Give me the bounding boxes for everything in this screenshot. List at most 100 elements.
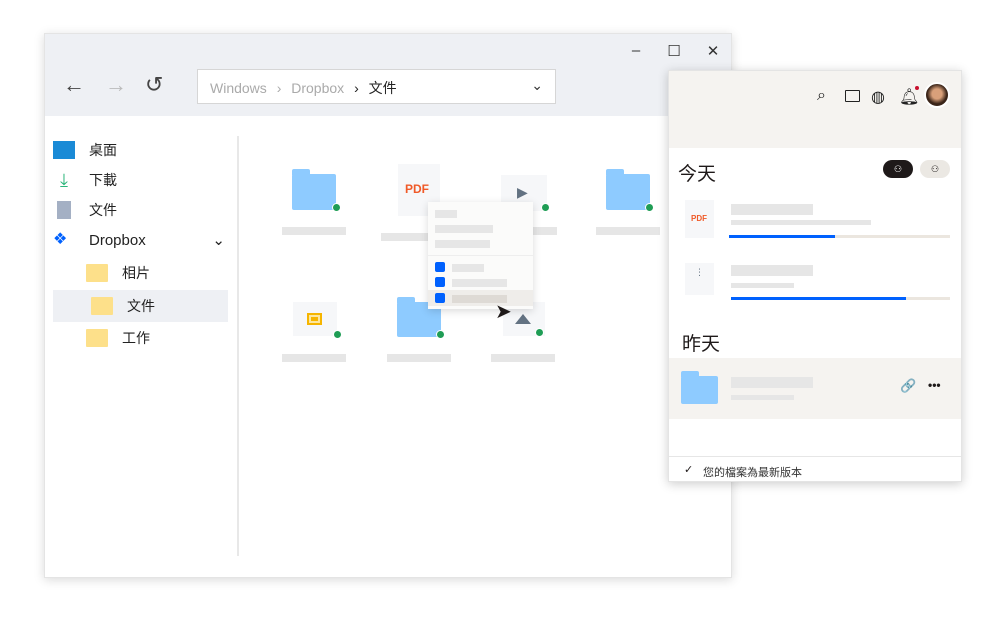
document-icon [57,201,71,219]
dropbox-panel: ⌕ ◍ 🔔︎ 今天 ⚇ ⚇ PDF ⋮ 昨天 🔗 ••• ✓ 您的檔案為最新版本 [668,70,962,482]
sidebar-item-label: 桌面 [89,142,117,158]
file-explorer-window: – ☐ ✕ ← → ↺ Windows › Dropbox › 文件 ⌄ 桌面 … [44,33,732,578]
file-info-placeholder [731,395,794,400]
file-name-placeholder [282,354,346,362]
maximize-button[interactable]: ☐ [659,42,689,62]
file-name-placeholder [491,354,555,362]
chevron-down-icon[interactable]: ⌄ [531,77,543,94]
search-icon[interactable]: ⌕ [817,87,826,105]
more-options-button[interactable]: ••• [928,378,941,392]
recent-folder-row[interactable]: 🔗 ••• [669,358,961,419]
sidebar-item-documents[interactable]: 文件 [53,195,229,225]
sidebar-divider [237,136,239,556]
slides-icon [307,313,322,325]
pdf-label: PDF [691,214,707,223]
upload-progress-bar [731,297,950,300]
breadcrumb-current: 文件 [368,80,397,96]
back-arrow-icon[interactable]: ← [63,72,85,98]
avatar[interactable] [924,82,950,108]
today-heading: 今天 [678,164,717,185]
pdf-label: PDF [405,182,429,196]
synced-check-icon [436,330,445,339]
desktop-icon [53,141,75,159]
panel-header: ⌕ ◍ 🔔︎ [669,71,961,148]
link-icon[interactable]: 🔗 [900,378,916,394]
sync-status-text: 您的檔案為最新版本 [703,467,802,479]
dropbox-icon [435,262,445,272]
file-name-placeholder [731,204,813,215]
file-name-placeholder [596,227,660,235]
bell-icon[interactable]: 🔔︎ [899,87,919,107]
sidebar-item-downloads[interactable]: ⤓ 下載 [53,165,229,195]
sidebar-item-label: 文件 [89,202,117,218]
file-name-placeholder [387,354,451,362]
explorer-toolbar: – ☐ ✕ ← → ↺ Windows › Dropbox › 文件 ⌄ [45,34,731,116]
file-name-placeholder [731,377,813,388]
menu-item[interactable] [452,279,507,287]
menu-item[interactable] [435,225,493,233]
yesterday-heading: 昨天 [682,334,721,355]
filter-me-button[interactable]: ⚇ [883,160,913,178]
file-name-placeholder [381,233,429,241]
dropbox-icon [435,293,445,303]
context-menu [428,202,533,309]
synced-check-icon [535,328,544,337]
sidebar-item-label: 工作 [122,330,150,346]
synced-check-icon [541,203,550,212]
sidebar-item-photos[interactable]: 相片 [53,258,229,288]
chevron-down-icon[interactable]: ⌄ [212,231,225,249]
breadcrumb-windows[interactable]: Windows [210,80,267,96]
file-name-placeholder [731,265,813,276]
synced-check-icon [645,203,654,212]
menu-item[interactable] [435,240,490,248]
forward-arrow-icon[interactable]: → [105,72,127,98]
globe-icon[interactable]: ◍ [871,87,885,107]
filter-shared-button[interactable]: ⚇ [920,160,950,178]
slides-file-icon[interactable] [293,302,337,336]
sidebar-item-documents-folder[interactable]: 文件 [53,290,228,322]
address-bar[interactable]: Windows › Dropbox › 文件 ⌄ [197,69,556,104]
mountain-icon [515,314,531,324]
dropbox-logo-icon: ❖ [53,231,68,248]
dropbox-icon [435,277,445,287]
minimize-button[interactable]: – [621,42,651,62]
folder-icon [86,264,108,282]
close-button[interactable]: ✕ [698,42,728,62]
folder-icon[interactable] [606,169,650,210]
download-icon: ⤓ [60,170,68,190]
play-icon: ▶ [517,184,528,200]
folder-icon[interactable] [845,90,860,102]
status-divider [669,456,961,457]
folder-icon [86,329,108,347]
sidebar-item-desktop[interactable]: 桌面 [53,135,229,165]
progress-fill [731,297,907,300]
file-info-placeholder [731,220,871,225]
menu-item[interactable] [435,210,457,218]
synced-check-icon [333,330,342,339]
menu-divider [428,255,533,256]
progress-fill [729,235,836,238]
folder-icon [681,371,718,404]
breadcrumb-separator: › [276,80,282,96]
file-name-placeholder [282,227,346,235]
sidebar-item-work[interactable]: 工作 [53,323,229,353]
breadcrumb-separator: › [354,80,359,96]
menu-item[interactable] [452,264,484,272]
notification-dot [915,86,919,90]
breadcrumb-dropbox[interactable]: Dropbox [291,80,344,96]
file-info-placeholder [731,283,794,288]
check-icon: ✓ [684,464,694,476]
sidebar-item-dropbox[interactable]: ❖ Dropbox ⌄ [53,225,229,255]
folder-icon [91,297,113,315]
sidebar-item-label: 相片 [122,265,150,281]
zipper-icon: ⋮ [695,267,704,277]
sidebar-item-label: Dropbox [89,231,146,249]
file-name-placeholder [533,227,557,235]
zip-file-icon[interactable]: ⋮ [685,263,714,295]
mouse-cursor-icon: ➤ [495,301,512,323]
pdf-file-icon[interactable]: PDF [685,200,714,238]
folder-icon[interactable] [292,169,336,210]
synced-check-icon [332,203,341,212]
sidebar-item-label: 下載 [89,172,117,188]
refresh-icon[interactable]: ↺ [145,72,163,98]
